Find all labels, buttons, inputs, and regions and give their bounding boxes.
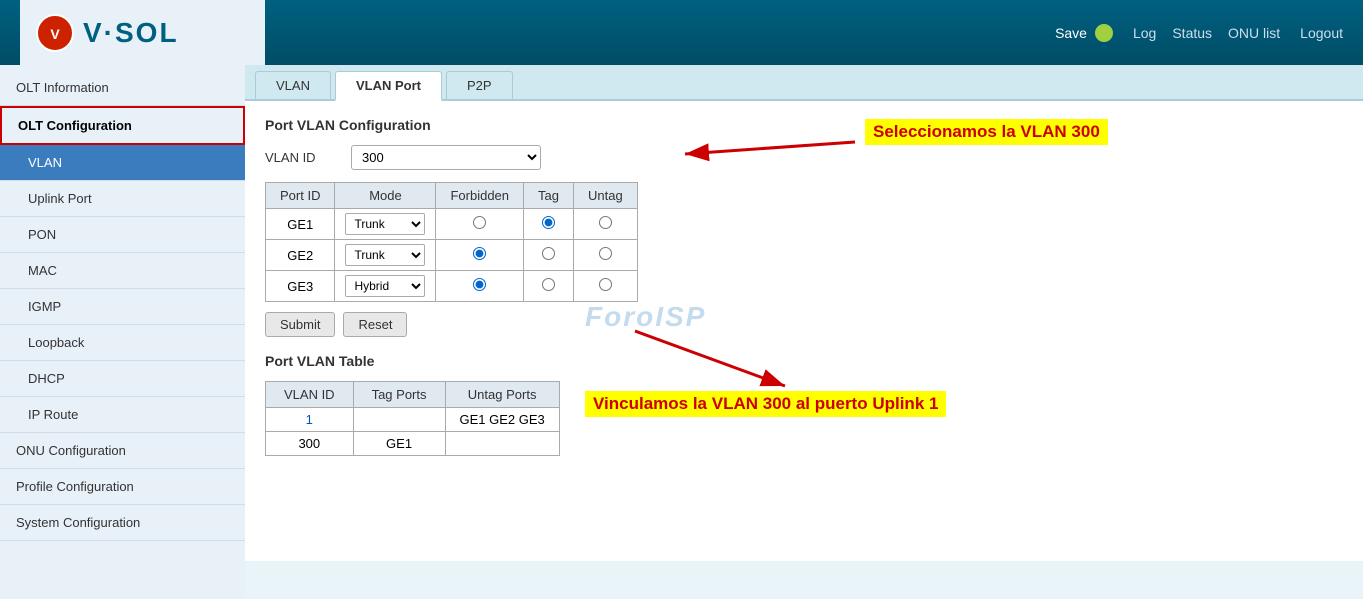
sidebar-item-onu-configuration[interactable]: ONU Configuration (0, 433, 245, 469)
section-title-port-vlan: Port VLAN Configuration (265, 117, 1343, 133)
sidebar-item-igmp[interactable]: IGMP (0, 289, 245, 325)
vlan-table-row: 1 GE1 GE2 GE3 (266, 408, 560, 432)
vlan-table-tag-ports-300: GE1 (353, 432, 445, 456)
mode-ge1[interactable]: Trunk Hybrid Access (335, 209, 436, 240)
header: V V·SOL Save Log Status ONU list Logout (0, 0, 1363, 65)
tab-vlan[interactable]: VLAN (255, 71, 331, 99)
tag-radio-ge2[interactable] (542, 247, 555, 260)
port-id-ge3: GE3 (266, 271, 335, 302)
col-header-tag: Tag (524, 183, 574, 209)
col-header-port-id: Port ID (266, 183, 335, 209)
sidebar-item-ip-route[interactable]: IP Route (0, 397, 245, 433)
header-links: Log Status ONU list (1133, 25, 1280, 41)
untag-ge1[interactable] (573, 209, 637, 240)
mode-select-ge3[interactable]: Trunk Hybrid Access (345, 275, 425, 297)
vlan-table-vlan-id-300: 300 (266, 432, 354, 456)
col-header-untag: Untag (573, 183, 637, 209)
content: VLAN VLAN Port P2P Seleccionamos la VLAN… (245, 65, 1363, 599)
port-config-table: Port ID Mode Forbidden Tag Untag GE1 Tru… (265, 182, 638, 302)
status-link[interactable]: Status (1172, 25, 1212, 41)
logo-area: V V·SOL (20, 0, 265, 65)
tab-vlan-port[interactable]: VLAN Port (335, 71, 442, 101)
vlan-table-col-vlan-id: VLAN ID (266, 382, 354, 408)
svg-text:V: V (50, 26, 60, 42)
button-row: Submit Reset (265, 312, 1343, 337)
vlan-table-tag-ports-1 (353, 408, 445, 432)
vlan-table-col-untag-ports: Untag Ports (445, 382, 559, 408)
forbidden-radio-ge1[interactable] (473, 216, 486, 229)
forbidden-ge2[interactable] (436, 240, 524, 271)
status-indicator (1095, 24, 1113, 42)
port-id-ge2: GE2 (266, 240, 335, 271)
sidebar-item-olt-information[interactable]: OLT Information (0, 70, 245, 106)
table-row: GE2 Trunk Hybrid Access (266, 240, 638, 271)
tab-bar: VLAN VLAN Port P2P (245, 65, 1363, 101)
untag-radio-ge2[interactable] (599, 247, 612, 260)
section-title-port-vlan-table: Port VLAN Table (265, 353, 1343, 369)
mode-ge2[interactable]: Trunk Hybrid Access (335, 240, 436, 271)
table-row: GE3 Trunk Hybrid Access (266, 271, 638, 302)
reset-button[interactable]: Reset (343, 312, 407, 337)
sidebar-item-pon[interactable]: PON (0, 217, 245, 253)
tag-ge3[interactable] (524, 271, 574, 302)
content-body: Seleccionamos la VLAN 300 Port VLAN Conf… (245, 101, 1363, 561)
save-button[interactable]: Save (1055, 25, 1087, 41)
sidebar: OLT Information OLT Configuration VLAN U… (0, 65, 245, 599)
submit-button[interactable]: Submit (265, 312, 335, 337)
table-row: GE1 Trunk Hybrid Access (266, 209, 638, 240)
tag-radio-ge3[interactable] (542, 278, 555, 291)
sidebar-item-olt-configuration[interactable]: OLT Configuration (0, 106, 245, 145)
forbidden-radio-ge2[interactable] (473, 247, 486, 260)
col-header-mode: Mode (335, 183, 436, 209)
vlan-id-row: VLAN ID 300 1 (265, 145, 1343, 170)
untag-ge3[interactable] (573, 271, 637, 302)
save-area: Save (1055, 24, 1113, 42)
vlan-id-label: VLAN ID (265, 150, 335, 165)
log-link[interactable]: Log (1133, 25, 1156, 41)
forbidden-radio-ge3[interactable] (473, 278, 486, 291)
sidebar-item-profile-configuration[interactable]: Profile Configuration (0, 469, 245, 505)
tag-ge1[interactable] (524, 209, 574, 240)
forbidden-ge1[interactable] (436, 209, 524, 240)
untag-radio-ge1[interactable] (599, 216, 612, 229)
sidebar-item-system-configuration[interactable]: System Configuration (0, 505, 245, 541)
vlan-table-untag-ports-300 (445, 432, 559, 456)
vlan-table-col-tag-ports: Tag Ports (353, 382, 445, 408)
forbidden-ge3[interactable] (436, 271, 524, 302)
col-header-forbidden: Forbidden (436, 183, 524, 209)
port-id-ge1: GE1 (266, 209, 335, 240)
logout-button[interactable]: Logout (1300, 25, 1343, 41)
logo-text: V·SOL (83, 17, 179, 49)
port-vlan-table-section: Port VLAN Table VLAN ID Tag Ports Untag … (265, 353, 1343, 456)
sidebar-item-dhcp[interactable]: DHCP (0, 361, 245, 397)
mode-ge3[interactable]: Trunk Hybrid Access (335, 271, 436, 302)
untag-ge2[interactable] (573, 240, 637, 271)
tag-radio-ge1[interactable] (542, 216, 555, 229)
tag-ge2[interactable] (524, 240, 574, 271)
vlan-table-row: 300 GE1 (266, 432, 560, 456)
sidebar-item-uplink-port[interactable]: Uplink Port (0, 181, 245, 217)
mode-select-ge2[interactable]: Trunk Hybrid Access (345, 244, 425, 266)
vsol-logo-icon: V (35, 13, 75, 53)
header-right: Save Log Status ONU list Logout (1055, 24, 1343, 42)
sidebar-item-mac[interactable]: MAC (0, 253, 245, 289)
sidebar-item-vlan[interactable]: VLAN (0, 145, 245, 181)
main-layout: OLT Information OLT Configuration VLAN U… (0, 65, 1363, 599)
sidebar-item-loopback[interactable]: Loopback (0, 325, 245, 361)
vlan-table-untag-ports-1: GE1 GE2 GE3 (445, 408, 559, 432)
vlan-table: VLAN ID Tag Ports Untag Ports 1 GE1 GE2 … (265, 381, 560, 456)
mode-select-ge1[interactable]: Trunk Hybrid Access (345, 213, 425, 235)
untag-radio-ge3[interactable] (599, 278, 612, 291)
vlan-id-select[interactable]: 300 1 (351, 145, 541, 170)
onu-list-link[interactable]: ONU list (1228, 25, 1280, 41)
tab-p2p[interactable]: P2P (446, 71, 513, 99)
vlan-table-vlan-id-1: 1 (266, 408, 354, 432)
